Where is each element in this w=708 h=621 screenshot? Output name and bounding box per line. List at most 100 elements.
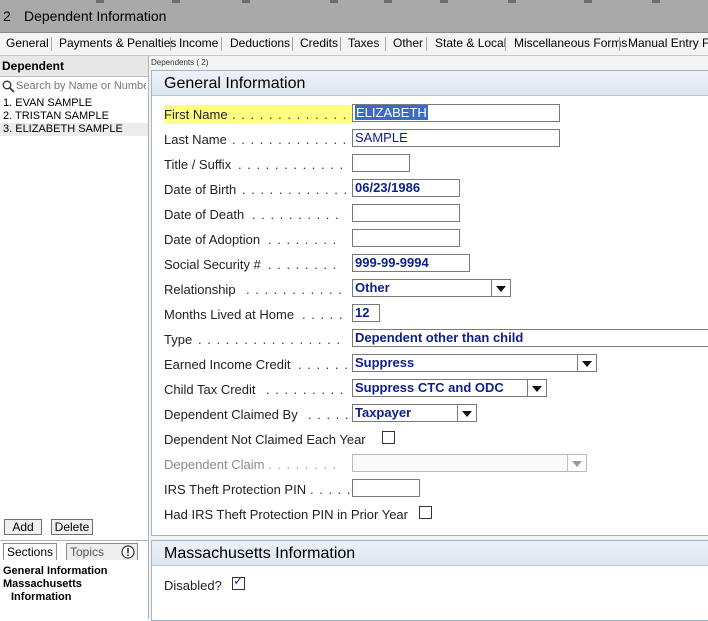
- row-last-name: Last Name . . . . . . . . . . . . . SAMP…: [164, 129, 708, 149]
- tab-divider: [385, 37, 386, 51]
- date-of-adoption-field[interactable]: [352, 229, 460, 247]
- leader-dots: . . . . . . . .: [268, 257, 338, 272]
- had-pin-checkbox[interactable]: [419, 506, 432, 519]
- tab-divider: [170, 37, 171, 51]
- earned-income-credit-value: Suppress: [355, 355, 415, 370]
- title-suffix-field[interactable]: [352, 154, 410, 172]
- disabled-checkbox[interactable]: [232, 574, 245, 590]
- last-name-label: Last Name: [164, 132, 227, 147]
- tab-state-local[interactable]: State & Local: [435, 36, 506, 50]
- delete-dependent-button[interactable]: Delete: [51, 519, 93, 535]
- row-date-of-death: Date of Death . . . . . . . . . .: [164, 204, 708, 224]
- tab-divider: [619, 37, 620, 51]
- tab-taxes[interactable]: Taxes: [348, 36, 379, 50]
- chevron-down-icon: [567, 455, 586, 471]
- claimed-by-label: Dependent Claimed By: [164, 407, 298, 422]
- row-child-tax-credit: Child Tax Credit . . . . . . . . . Suppr…: [164, 379, 708, 399]
- massachusetts-information-header: Massachusetts Information: [152, 541, 708, 566]
- row-date-of-birth: Date of Birth . . . . . . . . . . . . 06…: [164, 179, 708, 199]
- leader-dots: . . . . . . . . . . . . .: [232, 132, 348, 147]
- date-of-birth-label: Date of Birth: [164, 182, 237, 197]
- chevron-down-icon[interactable]: [577, 355, 596, 371]
- tab-manual-entry-forms[interactable]: Manual Entry For: [628, 36, 708, 50]
- months-lived-field[interactable]: 12: [352, 304, 380, 322]
- toolbar-fragment: [508, 0, 516, 3]
- tab-bar: General Payments & Penalties Income Dedu…: [0, 33, 708, 56]
- toolbar-fragment: [330, 0, 338, 3]
- date-of-death-field[interactable]: [352, 204, 460, 222]
- toolbar-fragment: [96, 0, 104, 3]
- massachusetts-information-section: Massachusetts Information Disabled?: [151, 540, 708, 621]
- add-dependent-button[interactable]: Add: [4, 519, 42, 535]
- tab-other[interactable]: Other: [393, 36, 423, 50]
- section-title: Massachusetts Information: [164, 545, 356, 562]
- section-link-general[interactable]: General Information: [3, 565, 108, 578]
- dependent-list-item[interactable]: 2. TRISTAN SAMPLE: [0, 110, 148, 123]
- section-list: General Information Massachusetts Inform…: [3, 565, 108, 604]
- row-earned-income-credit: Earned Income Credit . . . . . . Suppres…: [164, 354, 708, 374]
- dependent-panel: Dependent 1. EVAN SAMPLE 2. TRISTAN SAMP…: [0, 56, 149, 620]
- leader-dots: . . . . .: [302, 307, 344, 322]
- first-name-field[interactable]: ELIZABETH: [352, 104, 560, 122]
- toolbar-fragment: [242, 0, 250, 3]
- type-field[interactable]: Dependent other than child: [352, 329, 708, 347]
- leader-dots: . . . . .: [310, 482, 350, 497]
- alert-icon: [121, 545, 135, 559]
- tab-miscellaneous-forms[interactable]: Miscellaneous Forms: [514, 36, 627, 50]
- last-name-field[interactable]: SAMPLE: [352, 129, 560, 147]
- child-tax-credit-value: Suppress CTC and ODC: [355, 380, 504, 395]
- tab-credits[interactable]: Credits: [300, 36, 338, 50]
- row-dependent-claim: Dependent Claim . . . . . . . .: [164, 454, 708, 474]
- tab-divider: [51, 37, 52, 51]
- first-name-value: ELIZABETH: [355, 105, 428, 120]
- dependent-header-label: Dependent: [2, 59, 65, 73]
- chevron-down-icon[interactable]: [527, 380, 546, 396]
- dependent-list-item-selected[interactable]: 3. ELIZABETH SAMPLE: [0, 123, 148, 136]
- child-tax-credit-label: Child Tax Credit: [164, 382, 256, 397]
- dependent-list-item[interactable]: 1. EVAN SAMPLE: [0, 97, 148, 110]
- row-not-claimed: Dependent Not Claimed Each Year: [164, 429, 708, 449]
- tab-income[interactable]: Income: [179, 36, 218, 50]
- earned-income-credit-label: Earned Income Credit: [164, 357, 291, 372]
- section-link-massachusetts-cont[interactable]: Information: [3, 591, 108, 604]
- child-tax-credit-select[interactable]: Suppress CTC and ODC: [352, 379, 547, 397]
- tab-topics[interactable]: Topics: [66, 543, 138, 560]
- toolbar-fragment: [440, 0, 448, 3]
- toolbar-fragment: [384, 0, 392, 3]
- row-had-pin: Had IRS Theft Protection PIN in Prior Ye…: [164, 504, 708, 524]
- ssn-field[interactable]: 999-99-9994: [352, 254, 470, 272]
- row-ssn: Social Security # . . . . . . . . 999-99…: [164, 254, 708, 274]
- tab-divider: [505, 37, 506, 51]
- chevron-down-icon[interactable]: [491, 280, 510, 296]
- tab-sections[interactable]: Sections: [3, 543, 58, 560]
- toolbar-fragment: [652, 0, 660, 3]
- relationship-select[interactable]: Other: [352, 279, 511, 297]
- date-of-death-label: Date of Death: [164, 207, 245, 222]
- dependent-search-input[interactable]: [16, 78, 146, 94]
- leader-dots: . . . . . . . . .: [266, 382, 345, 397]
- chevron-down-icon[interactable]: [457, 405, 476, 421]
- window-title-bar: 2 Dependent Information: [0, 0, 708, 33]
- leader-dots: . . . . . . . . . . . . .: [232, 107, 348, 122]
- row-relationship: Relationship . . . . . . . . . . . Other: [164, 279, 708, 299]
- dependent-header: Dependent: [0, 56, 148, 77]
- irs-pin-field[interactable]: [352, 479, 420, 497]
- not-claimed-label: Dependent Not Claimed Each Year: [164, 432, 366, 447]
- date-of-birth-field[interactable]: 06/23/1986: [352, 179, 460, 197]
- leader-dots: . . . . . .: [298, 357, 349, 372]
- tab-general[interactable]: General: [6, 36, 49, 50]
- toolbar-fragment: [584, 0, 592, 3]
- relationship-label: Relationship: [164, 282, 236, 297]
- earned-income-credit-select[interactable]: Suppress: [352, 354, 597, 372]
- tab-topics-label: Topics: [70, 545, 105, 559]
- claimed-by-value: Taxpayer: [355, 405, 412, 420]
- toolbar-fragment: [172, 0, 180, 3]
- not-claimed-checkbox[interactable]: [382, 431, 395, 444]
- tab-payments-penalties[interactable]: Payments & Penalties: [59, 36, 176, 50]
- row-months-lived: Months Lived at Home . . . . . 12: [164, 304, 708, 324]
- claimed-by-select[interactable]: Taxpayer: [352, 404, 477, 422]
- dependent-claim-label: Dependent Claim: [164, 457, 265, 472]
- section-link-massachusetts[interactable]: Massachusetts: [3, 578, 108, 591]
- row-type: Type . . . . . . . . . . . . . . . . Dep…: [164, 329, 708, 349]
- tab-deductions[interactable]: Deductions: [230, 36, 290, 50]
